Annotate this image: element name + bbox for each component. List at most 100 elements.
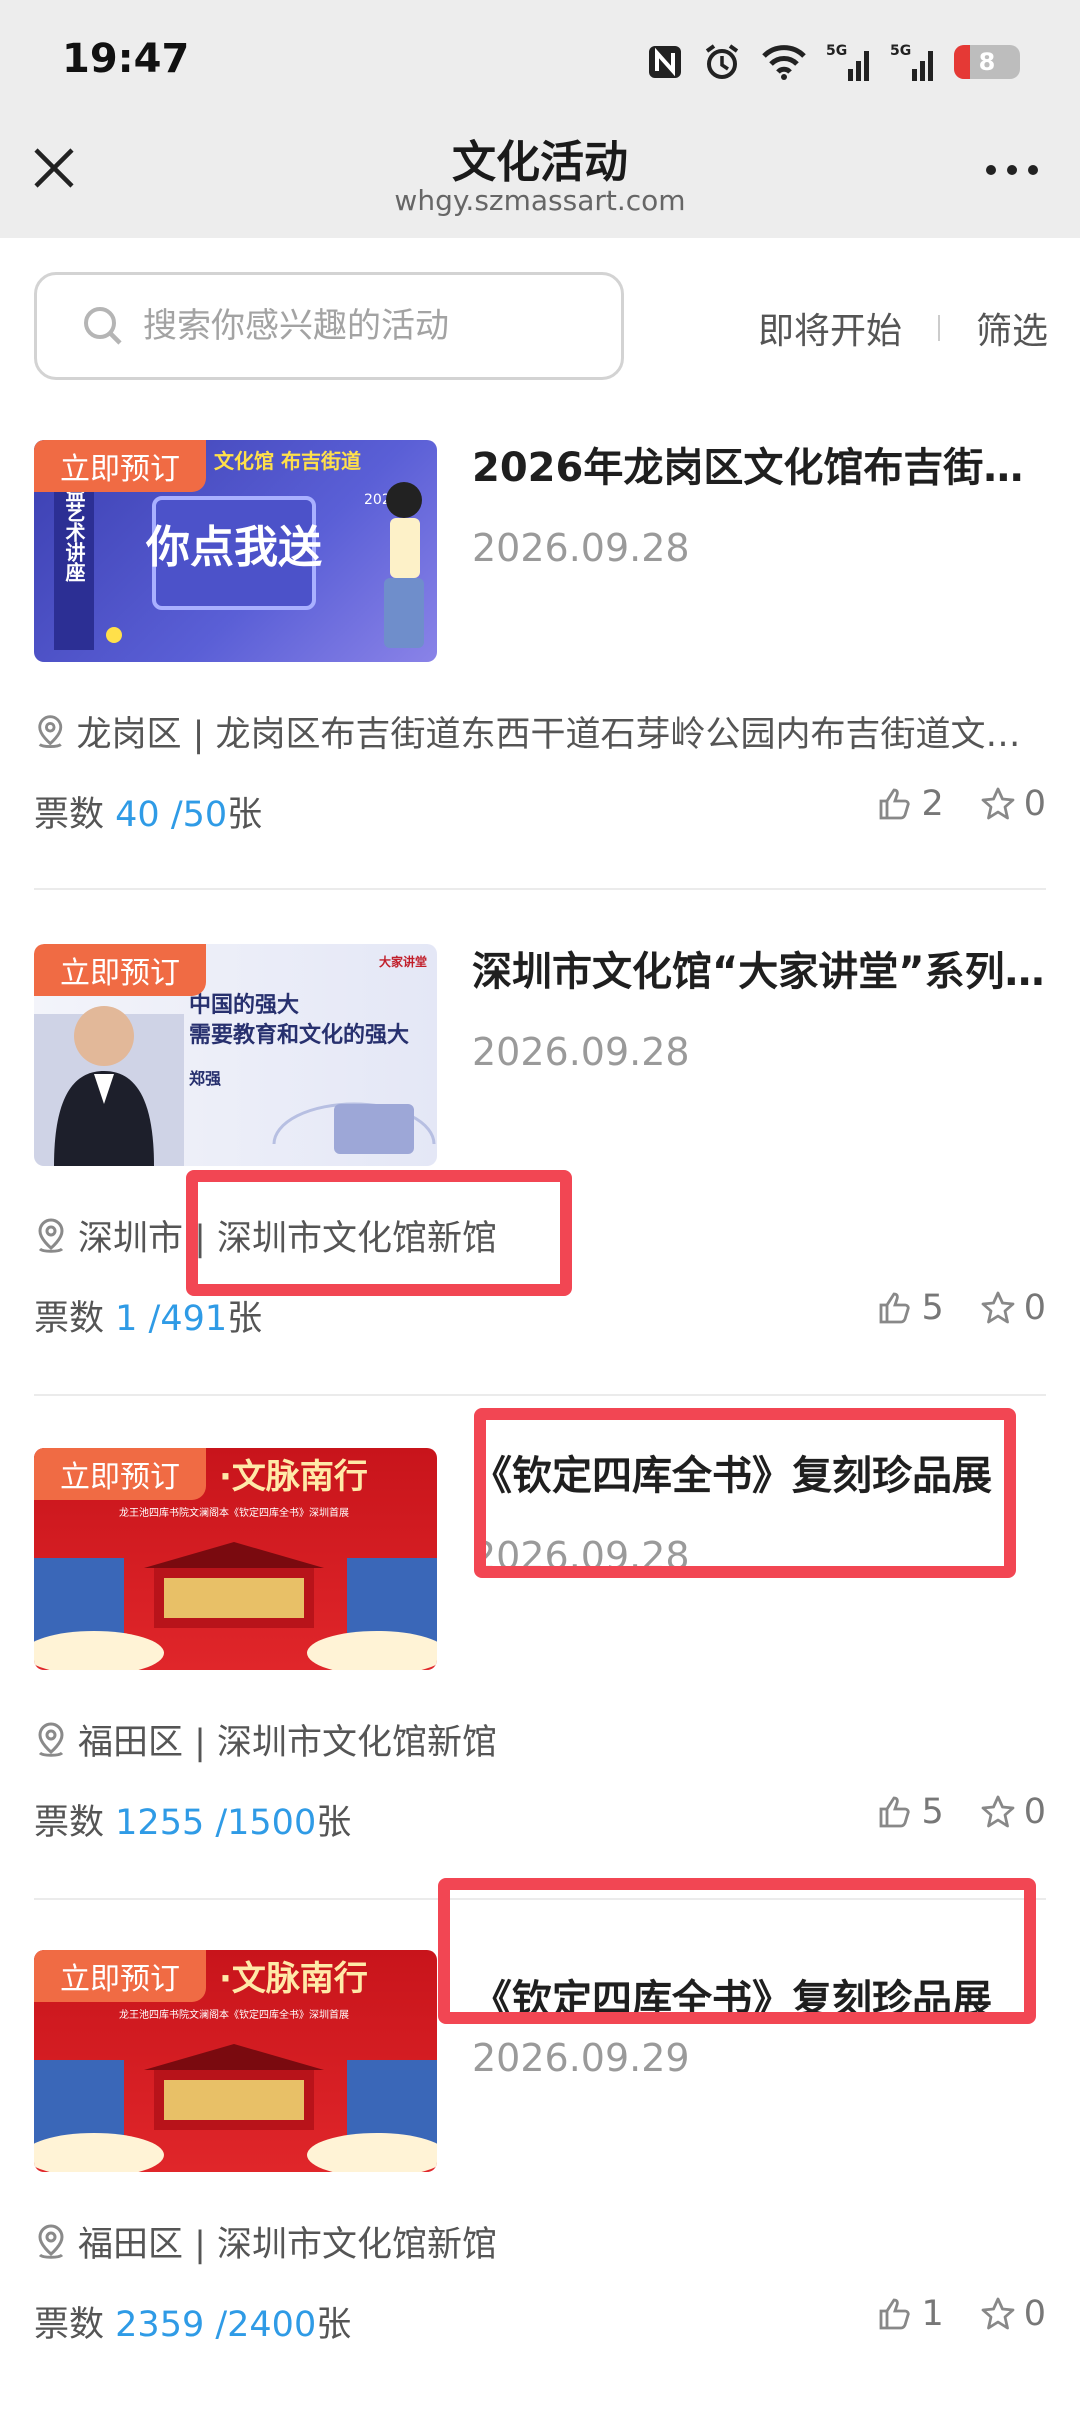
like-count: 5: [921, 1288, 944, 1328]
event-title[interactable]: 《钦定四库全书》复刻珍品展: [472, 1448, 1046, 1504]
event-stats: 5 0: [877, 1288, 1046, 1328]
ticket-suffix: 张: [227, 795, 263, 835]
location-text: 深圳市 | 深圳市文化馆新馆: [78, 1219, 498, 1259]
ticket-numbers: 2359 /2400: [115, 2305, 317, 2345]
search-icon: [84, 307, 122, 345]
event-date: 2026.09.28: [472, 1030, 690, 1074]
like-button[interactable]: 5: [877, 1792, 944, 1832]
ticket-suffix: 张: [227, 1299, 263, 1339]
location-text: 福田区 | 深圳市文化馆新馆: [78, 2225, 498, 2265]
event-card[interactable]: 立即预订 ·文脉南行 龙王池四库书院文澜阁本《钦定四库全书》深圳首展 《钦定四库…: [34, 1950, 1046, 2420]
favorite-button[interactable]: 0: [980, 1792, 1046, 1832]
ticket-numbers: 1 /491: [115, 1299, 228, 1339]
ticket-suffix: 张: [316, 2305, 352, 2345]
book-now-badge[interactable]: 立即预订: [34, 944, 206, 996]
page-title: 文化活动: [452, 137, 628, 188]
ticket-prefix: 票数: [34, 1299, 105, 1339]
search-row: 即将开始 筛选: [0, 238, 1080, 408]
like-button[interactable]: 1: [877, 2294, 944, 2334]
favorite-count: 0: [1023, 1792, 1046, 1832]
svg-text:5G: 5G: [890, 43, 911, 59]
location-text: 福田区 | 深圳市文化馆新馆: [78, 1723, 498, 1763]
ticket-count: 票数 1 /491张: [34, 1290, 262, 1341]
favorite-count: 0: [1023, 1288, 1046, 1328]
location-pin-icon: [38, 2223, 64, 2259]
nav-bar: 文化活动 whgy.szmassart.com: [0, 120, 1080, 238]
upcoming-tab[interactable]: 即将开始: [758, 302, 902, 354]
battery-icon: 8: [954, 45, 1020, 79]
event-location: 福田区 | 深圳市文化馆新馆: [34, 2216, 1046, 2267]
search-input[interactable]: [141, 305, 585, 347]
poster-heading: 你点我送: [145, 522, 322, 573]
divider: [937, 315, 940, 341]
event-poster[interactable]: 立即预订 公益艺术讲座 文化馆 布吉街道 你点我送 2026: [34, 440, 437, 662]
event-date: 2026.09.28: [472, 526, 690, 570]
thumbs-up-icon: [880, 788, 911, 820]
poster-heading: ·文脉南行: [219, 1959, 368, 1999]
ticket-prefix: 票数: [34, 1803, 105, 1843]
event-location: 福田区 | 深圳市文化馆新馆: [34, 1714, 1046, 1765]
poster-speaker: 郑强: [189, 1069, 221, 1088]
nfc-icon: [649, 46, 681, 78]
poster-logo: 大家讲堂: [379, 954, 427, 969]
event-poster[interactable]: 立即预订 ·文脉南行 龙王池四库书院文澜阁本《钦定四库全书》深圳首展: [34, 1448, 437, 1670]
event-date: 2026.09.29: [472, 2036, 690, 2080]
favorite-button[interactable]: 0: [980, 2294, 1046, 2334]
event-title[interactable]: 《钦定四库全书》复刻珍品展: [472, 1972, 1046, 2028]
ticket-numbers: 40 /50: [115, 795, 228, 835]
filter-area: 即将开始 筛选: [758, 302, 1048, 354]
favorite-count: 0: [1023, 2294, 1046, 2334]
poster-sub: 龙王池四库书院文澜阁本《钦定四库全书》深圳首展: [119, 2008, 349, 2021]
alarm-icon: [705, 44, 739, 79]
poster-sub: 龙王池四库书院文澜阁本《钦定四库全书》深圳首展: [119, 1506, 349, 1519]
book-now-badge[interactable]: 立即预订: [34, 1950, 206, 2002]
search-box[interactable]: [34, 272, 624, 380]
svg-text:需要教育和文化的强大: 需要教育和文化的强大: [189, 1022, 409, 1048]
event-card[interactable]: 立即预订 ·文脉南行 龙王池四库书院文澜阁本《钦定四库全书》深圳首展 《钦定四库…: [34, 1448, 1046, 1918]
event-title[interactable]: 深圳市文化馆“大家讲堂”系列讲座: [472, 944, 1046, 1000]
location-pin-icon: [38, 714, 63, 748]
event-date: 2026.09.28: [472, 1534, 690, 1578]
event-stats: 5 0: [877, 1792, 1046, 1832]
like-count: 2: [921, 784, 944, 824]
wifi-icon: [762, 45, 806, 80]
favorite-count: 0: [1023, 784, 1046, 824]
book-now-badge[interactable]: 立即预订: [34, 440, 206, 492]
thumbs-up-icon: [880, 1796, 911, 1828]
status-icons: 5G 5G 8: [646, 34, 1020, 90]
ticket-numbers: 1255 /1500: [115, 1803, 317, 1843]
signal-5g-icon: 5G: [826, 43, 869, 81]
event-card[interactable]: 立即预订 中国的强大 需要教育和文化的强大 郑强 大家讲堂 深圳市文化馆“大家讲…: [34, 944, 1046, 1414]
ticket-count: 票数 1255 /1500张: [34, 1794, 351, 1845]
event-poster[interactable]: 立即预订 中国的强大 需要教育和文化的强大 郑强 大家讲堂: [34, 944, 437, 1166]
star-icon: [981, 787, 1015, 820]
ticket-prefix: 票数: [34, 795, 105, 835]
filter-button[interactable]: 筛选: [976, 302, 1048, 354]
ticket-prefix: 票数: [34, 2305, 105, 2345]
divider: [34, 1394, 1046, 1396]
event-stats: 2 0: [877, 784, 1046, 824]
favorite-button[interactable]: 0: [980, 784, 1046, 824]
battery-level: 8: [978, 48, 996, 76]
book-now-badge[interactable]: 立即预订: [34, 1448, 206, 1500]
thumbs-up-icon: [880, 1292, 911, 1324]
ticket-count: 票数 2359 /2400张: [34, 2296, 351, 2347]
event-location: 龙岗区 | 龙岗区布吉街道东西干道石芽岭公园内布吉街道文化中心: [34, 706, 1046, 757]
location-pin-icon: [38, 1217, 64, 1253]
svg-text:中国的强大: 中国的强大: [189, 992, 299, 1018]
star-icon: [981, 1291, 1015, 1324]
like-button[interactable]: 2: [877, 784, 944, 824]
star-icon: [981, 1795, 1015, 1828]
event-title[interactable]: 2026年龙岗区文化馆布吉街道“你点我送”公益艺术讲座: [472, 440, 1046, 496]
favorite-button[interactable]: 0: [980, 1288, 1046, 1328]
poster-top-text: 文化馆 布吉街道: [214, 449, 361, 473]
event-card[interactable]: 立即预订 公益艺术讲座 文化馆 布吉街道 你点我送 2026 2026年龙岗区文…: [34, 440, 1046, 910]
more-icon[interactable]: [984, 162, 1040, 178]
ticket-count: 票数 40 /50张: [34, 786, 262, 837]
ticket-suffix: 张: [316, 1803, 352, 1843]
like-button[interactable]: 5: [877, 1288, 944, 1328]
divider: [34, 1898, 1046, 1900]
event-poster[interactable]: 立即预订 ·文脉南行 龙王池四库书院文澜阁本《钦定四库全书》深圳首展: [34, 1950, 437, 2172]
page-url: whgy.szmassart.com: [394, 184, 686, 217]
event-stats: 1 0: [877, 2294, 1046, 2334]
